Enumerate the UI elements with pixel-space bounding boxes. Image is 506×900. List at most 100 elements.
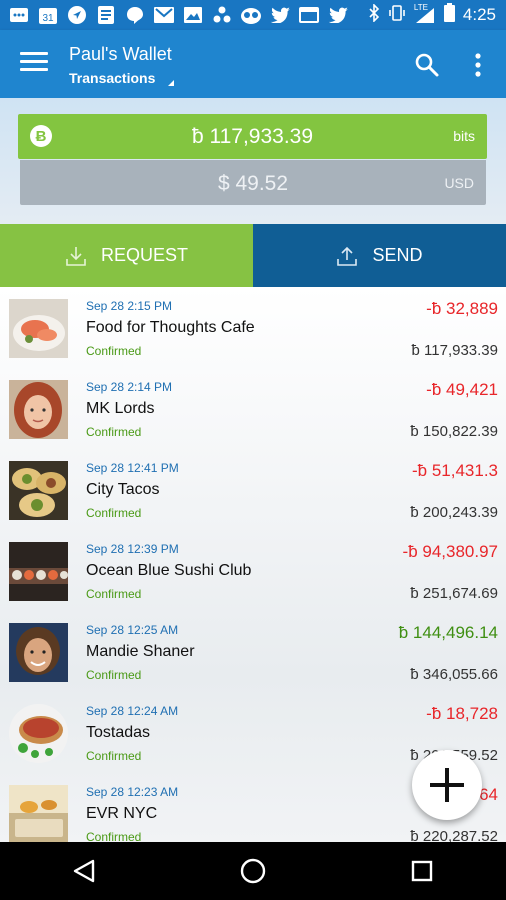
recents-button[interactable] [402, 851, 442, 891]
clock: 4:25 [462, 5, 496, 24]
transaction-status: Confirmed [86, 344, 142, 358]
menu-icon-line [20, 60, 48, 63]
transaction-row[interactable]: Sep 28 2:15 PM Food for Thoughts Cafe Co… [0, 287, 506, 368]
search-button[interactable] [414, 52, 440, 78]
food-photo-thumbnail [9, 785, 68, 842]
navigation-icon [67, 6, 87, 24]
menu-button[interactable] [20, 52, 48, 74]
contact-avatar [9, 623, 68, 682]
transaction-amount: -ƀ 51,431.3 [411, 461, 498, 480]
bluetooth-icon [368, 2, 380, 27]
transaction-amount: -ƀ 18,728 [426, 704, 498, 723]
image-icon [183, 6, 203, 24]
dropdown-caret-icon[interactable] [168, 80, 174, 86]
transaction-status: Confirmed [86, 425, 142, 439]
transaction-date: Sep 28 2:14 PM [86, 380, 173, 394]
chat-icon [125, 6, 145, 24]
food-photo-thumbnail [9, 542, 68, 601]
transaction-status: Confirmed [86, 668, 142, 682]
running-balance: ƀ 200,243.39 [410, 504, 498, 521]
running-balance: ƀ 251,674.69 [410, 585, 498, 602]
transaction-name: Ocean Blue Sushi Club [86, 562, 252, 579]
system-nav-bar [0, 842, 506, 900]
twitter-icon [270, 6, 290, 24]
transaction-amount: -ƀ 32,889 [426, 299, 498, 318]
transaction-date: Sep 28 12:41 PM [86, 461, 179, 475]
transaction-name: Mandie Shaner [86, 643, 195, 660]
battery-icon [443, 3, 455, 27]
calendar-icon: 31 [38, 6, 58, 24]
back-button[interactable] [64, 851, 104, 891]
home-button[interactable] [233, 851, 273, 891]
food-photo-thumbnail [9, 299, 68, 358]
transaction-date: Sep 28 2:15 PM [86, 299, 173, 313]
request-label: REQUEST [100, 245, 188, 265]
transaction-name: Food for Thoughts Cafe [86, 319, 255, 336]
vibrate-icon [388, 4, 406, 27]
gmail-icon [154, 6, 174, 24]
request-button[interactable]: REQUEST [0, 224, 253, 287]
transaction-date: Sep 28 12:24 AM [86, 704, 179, 718]
transaction-name: EVR NYC [86, 805, 158, 822]
upload-icon [337, 246, 358, 266]
wallet-title: Paul's Wallet [69, 44, 172, 64]
status-bar: 31 LTE 4:25 [0, 0, 506, 30]
btc-balance: ƀ 117,933.39 [191, 125, 314, 148]
recents-icon [411, 860, 432, 882]
view-selector[interactable]: Transactions [69, 70, 155, 86]
system-status: LTE 4:25 [368, 0, 496, 30]
btc-balance-bar[interactable]: Ƀ ƀ 117,933.39 bits [18, 114, 487, 159]
contact-avatar [9, 380, 68, 439]
network-type: LTE [413, 3, 428, 12]
send-label: SEND [372, 245, 423, 265]
btc-unit: bits [453, 128, 475, 144]
transaction-date: Sep 28 12:25 AM [86, 623, 179, 637]
overflow-menu-button[interactable] [472, 52, 484, 78]
transaction-row[interactable]: Sep 28 12:25 AM Mandie Shaner Confirmed … [0, 611, 506, 692]
usd-balance: $ 49.52 [217, 172, 289, 195]
transaction-amount: -ƀ 94,380.97 [402, 542, 498, 561]
transaction-row[interactable]: Sep 28 12:41 PM City Tacos Confirmed -ƀ … [0, 449, 506, 530]
svg-text:31: 31 [42, 13, 54, 24]
transaction-status: Confirmed [86, 830, 142, 842]
twitter-icon [328, 6, 348, 24]
transaction-amount: ƀ 144,496.14 [398, 623, 498, 642]
add-transaction-button[interactable] [412, 750, 482, 820]
transaction-name: City Tacos [86, 481, 160, 498]
home-icon [240, 858, 266, 884]
send-button[interactable]: SEND [253, 224, 506, 287]
running-balance: ƀ 220,287.52 [410, 828, 498, 842]
notification-icons: 31 [0, 6, 348, 24]
transaction-name: Tostadas [86, 724, 151, 741]
food-photo-thumbnail [9, 704, 68, 763]
app-bar: Paul's Wallet Transactions [0, 30, 506, 98]
more-vert-icon [475, 53, 481, 77]
plus-icon [430, 768, 464, 802]
menu-icon-line [20, 52, 48, 55]
food-photo-thumbnail [9, 461, 68, 520]
transaction-status: Confirmed [86, 506, 142, 520]
transaction-date: Sep 28 12:39 PM [86, 542, 179, 556]
owl-icon [241, 6, 261, 24]
dots-icon [212, 6, 232, 24]
lte-signal-icon: LTE [413, 3, 436, 24]
transaction-name: MK Lords [86, 400, 155, 417]
search-icon [415, 53, 439, 77]
running-balance: ƀ 150,822.39 [410, 423, 498, 440]
back-icon [74, 859, 95, 883]
mail-icon [9, 6, 29, 24]
transaction-amount: -ƀ 49,421 [426, 380, 498, 399]
transaction-row[interactable]: Sep 28 12:39 PM Ocean Blue Sushi Club Co… [0, 530, 506, 611]
transaction-status: Confirmed [86, 587, 142, 601]
notes-icon [96, 6, 116, 24]
download-icon [66, 246, 86, 266]
transaction-row[interactable]: Sep 28 2:14 PM MK Lords Confirmed -ƀ 49,… [0, 368, 506, 449]
transaction-status: Confirmed [86, 749, 142, 763]
usd-balance-bar[interactable]: $ 49.52 USD [20, 160, 486, 205]
action-bar: REQUEST SEND [0, 224, 506, 287]
transaction-date: Sep 28 12:23 AM [86, 785, 179, 799]
menu-icon-line [20, 68, 48, 71]
running-balance: ƀ 346,055.66 [410, 666, 498, 683]
balance-area: Ƀ ƀ 117,933.39 bits $ 49.52 USD [0, 98, 506, 224]
usd-unit: USD [444, 175, 474, 191]
